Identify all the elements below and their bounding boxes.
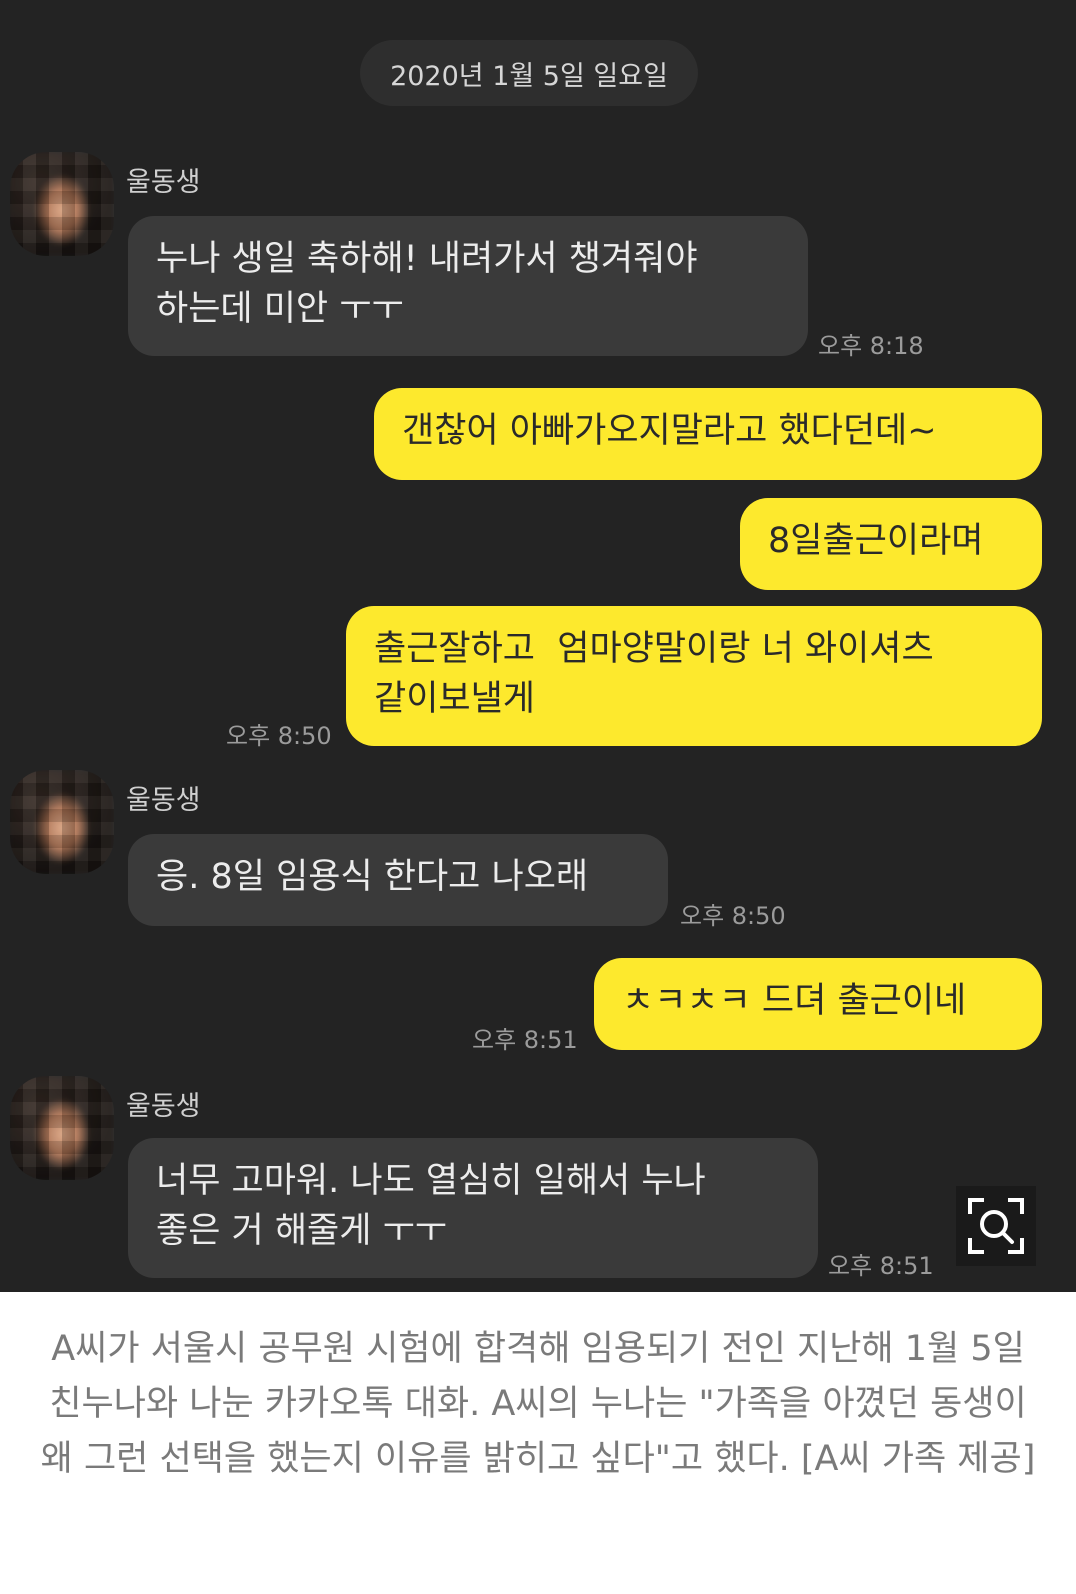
message-time: 오후 8:50: [680, 902, 786, 930]
chat-screenshot: 2020년 1월 5일 일요일 울동생 누나 생일 축하해! 내려가서 챙겨줘야…: [0, 0, 1076, 1292]
message-time: 오후 8:51: [828, 1252, 934, 1280]
message-time: 오후 8:50: [226, 722, 332, 750]
sender-name: 울동생: [126, 1091, 201, 1122]
outgoing-message[interactable]: 갠찮어 아빠가오지말라고 했다던데~: [374, 388, 1042, 480]
avatar[interactable]: [10, 770, 114, 874]
incoming-message[interactable]: 응. 8일 임용식 한다고 나오래: [128, 834, 668, 926]
sender-name: 울동생: [126, 785, 201, 816]
avatar[interactable]: [10, 1076, 114, 1180]
incoming-message[interactable]: 누나 생일 축하해! 내려가서 챙겨줘야 하는데 미안 ㅜㅜ: [128, 216, 808, 356]
sender-name: 울동생: [126, 167, 201, 198]
incoming-message[interactable]: 너무 고마워. 나도 열심히 일해서 누나 좋은 거 해줄게 ㅜㅜ: [128, 1138, 818, 1278]
avatar[interactable]: [10, 152, 114, 256]
message-time: 오후 8:18: [818, 332, 924, 360]
photo-caption: A씨가 서울시 공무원 시험에 합격해 임용되기 전인 지난해 1월 5일 친누…: [40, 1329, 1036, 1479]
outgoing-message[interactable]: 8일출근이라며: [740, 498, 1042, 590]
zoom-search-icon[interactable]: [956, 1186, 1036, 1266]
outgoing-message[interactable]: ㅊㅋㅊㅋ 드뎌 출근이네: [594, 958, 1042, 1050]
message-time: 오후 8:51: [472, 1026, 578, 1054]
outgoing-message[interactable]: 출근잘하고 엄마양말이랑 너 와이셔츠 같이보낼게: [346, 606, 1042, 746]
date-divider: 2020년 1월 5일 일요일: [360, 40, 698, 106]
